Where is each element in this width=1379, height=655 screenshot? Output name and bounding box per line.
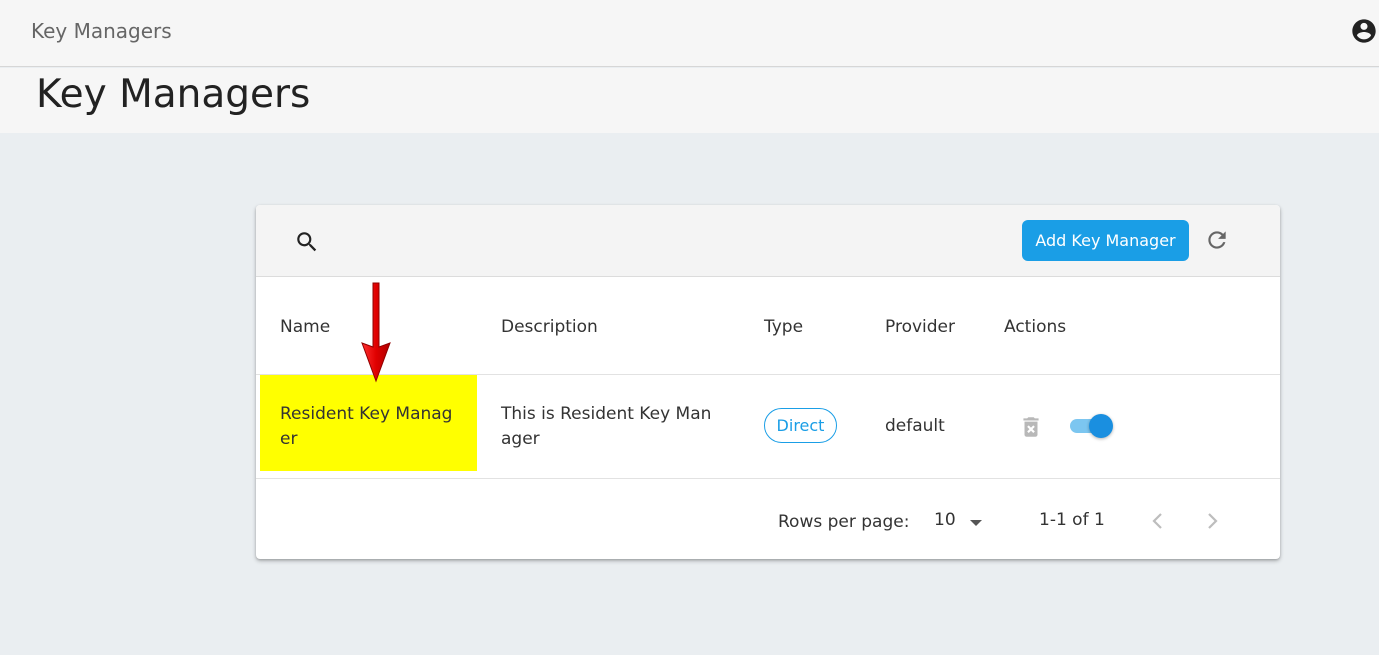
column-header-description[interactable]: Description [501,317,598,337]
account-circle-icon[interactable] [1350,17,1378,45]
chevron-right-icon[interactable] [1204,510,1220,532]
key-managers-card: Add Key Manager Name Description Type Pr… [256,205,1280,559]
column-header-type[interactable]: Type [764,317,803,337]
page-title: Key Managers [36,72,311,117]
rows-per-page-label: Rows per page: [778,512,910,532]
chevron-left-icon[interactable] [1150,510,1166,532]
column-header-actions: Actions [1004,317,1067,337]
annotation-arrow-icon [361,282,391,383]
key-manager-name[interactable]: Resident Key Manag er [280,402,470,452]
page-header: Key Managers [0,68,1379,133]
column-header-provider[interactable]: Provider [885,317,955,337]
app-title: Key Managers [31,19,172,43]
enable-toggle[interactable] [1068,414,1114,438]
dropdown-arrow-icon[interactable] [968,518,984,528]
provider-cell: default [885,416,945,436]
rows-per-page-select[interactable]: 10 [934,510,956,530]
type-chip: Direct [764,408,837,443]
delete-icon[interactable] [1018,413,1044,441]
pagination: Rows per page: 10 1-1 of 1 [256,480,1280,559]
top-app-bar: Key Managers [0,0,1379,67]
refresh-icon[interactable] [1204,227,1230,253]
key-manager-description: This is Resident Key Man ager [501,404,712,449]
toggle-thumb [1089,414,1113,438]
pagination-range: 1-1 of 1 [1039,510,1105,530]
card-toolbar: Add Key Manager [256,205,1280,277]
add-key-manager-button[interactable]: Add Key Manager [1022,220,1189,261]
search-icon[interactable] [294,229,320,255]
table-header: Name Description Type Provider Actions [256,277,1280,375]
column-header-name[interactable]: Name [280,317,330,337]
table-row: Resident Key Manag er This is Resident K… [256,375,1280,479]
